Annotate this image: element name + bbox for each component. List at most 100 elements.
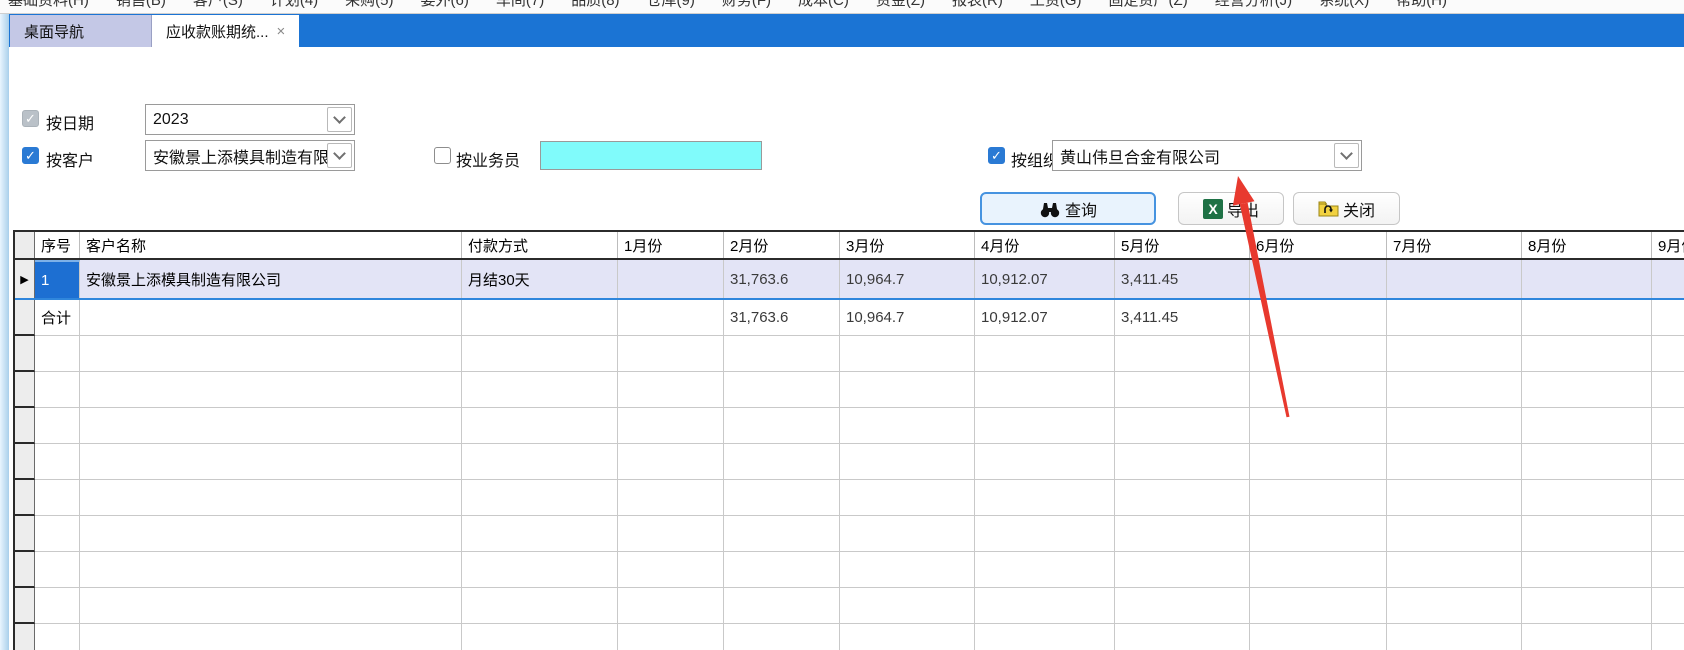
grid-cell — [1387, 624, 1522, 650]
column-header[interactable]: 9月份 — [1652, 232, 1684, 258]
menubar-item[interactable]: 车间(7) — [496, 0, 544, 10]
column-header[interactable]: 6月份 — [1250, 232, 1387, 258]
table-row-empty[interactable] — [15, 444, 1684, 480]
grid-cell — [1522, 588, 1652, 624]
year-combobox[interactable]: 2023 — [145, 104, 355, 135]
row-indicator — [15, 300, 35, 336]
column-header[interactable]: 4月份 — [975, 232, 1115, 258]
grid-cell — [975, 372, 1115, 408]
menubar-item[interactable]: 计划(4) — [270, 0, 318, 10]
org-value: 黄山伟旦合金有限公司 — [1053, 144, 1334, 168]
grid-cell — [975, 444, 1115, 480]
export-button[interactable]: X 导出 — [1178, 192, 1284, 225]
table-row-empty[interactable] — [15, 516, 1684, 552]
column-header[interactable]: 3月份 — [840, 232, 975, 258]
menubar-item[interactable]: 资金(Z) — [876, 0, 925, 10]
column-header[interactable]: 付款方式 — [462, 232, 618, 258]
grid-cell — [15, 372, 35, 408]
table-row[interactable]: 合计31,763.610,964.710,912.073,411.45 — [15, 300, 1684, 336]
grid-cell — [618, 480, 724, 516]
column-header[interactable]: 2月份 — [724, 232, 840, 258]
menubar-item[interactable]: 品质(8) — [571, 0, 619, 10]
salesman-checkbox[interactable] — [434, 147, 451, 164]
chevron-down-icon — [1340, 147, 1353, 160]
menubar-item[interactable]: 采购(5) — [345, 0, 393, 10]
column-header[interactable]: 7月份 — [1387, 232, 1522, 258]
grid-cell — [840, 444, 975, 480]
year-dropdown-button[interactable] — [327, 107, 352, 132]
tabs: 桌面导航 应收款账期统...× — [10, 15, 299, 47]
table-row[interactable]: ▶1安徽景上添模具制造有限公司月结30天31,763.610,964.710,9… — [15, 260, 1684, 298]
grid-cell — [1652, 260, 1684, 298]
column-header[interactable]: 序号 — [35, 232, 80, 258]
grid-cell — [618, 408, 724, 444]
menubar-item[interactable]: 报表(R) — [952, 0, 1003, 10]
tab-应收款账期统...[interactable]: 应收款账期统...× — [152, 15, 299, 47]
column-header[interactable]: 8月份 — [1522, 232, 1652, 258]
menubar-item[interactable]: 经营分析(J) — [1215, 0, 1293, 10]
menubar-item[interactable]: 销售(B) — [116, 0, 166, 10]
menubar-item[interactable]: 工资(G) — [1030, 0, 1082, 10]
customer-checkbox[interactable]: ✓ — [22, 147, 39, 164]
close-button[interactable]: 关闭 — [1293, 192, 1400, 225]
year-value: 2023 — [146, 111, 327, 129]
grid-cell — [15, 408, 35, 444]
grid-cell — [724, 588, 840, 624]
menubar-item[interactable]: 帮助(H) — [1396, 0, 1447, 10]
customer-combobox[interactable]: 安徽景上添模具制造有限 — [145, 140, 355, 171]
org-checkbox[interactable]: ✓ — [988, 147, 1005, 164]
app-window: 基础资料(H) 销售(B) 客户(S) 计划(4) 采购(5) 委外(6) 车间(7) 品质(… — [0, 0, 1684, 650]
column-header[interactable]: 1月份 — [618, 232, 724, 258]
menubar-item[interactable]: 客户(S) — [193, 0, 243, 10]
grid-cell — [1250, 372, 1387, 408]
table-row-empty[interactable] — [15, 336, 1684, 372]
table-row-empty[interactable] — [15, 588, 1684, 624]
grid-cell — [1522, 336, 1652, 372]
salesman-input[interactable] — [540, 141, 762, 170]
grid-cell — [1115, 408, 1250, 444]
tab-label: 桌面导航 — [24, 21, 84, 42]
grid-cell — [724, 444, 840, 480]
grid-cell — [1652, 372, 1684, 408]
row-indicator: ▶ — [15, 260, 35, 298]
grid-cell — [35, 408, 80, 444]
grid-cell — [724, 624, 840, 650]
grid-cell — [1522, 516, 1652, 552]
menubar-item[interactable]: 财务(F) — [722, 0, 771, 10]
date-checkbox[interactable]: ✓ — [22, 110, 39, 127]
column-header[interactable]: 5月份 — [1115, 232, 1250, 258]
grid-cell — [975, 516, 1115, 552]
menubar-item[interactable]: 委外(6) — [421, 0, 469, 10]
table-row-empty[interactable] — [15, 372, 1684, 408]
menubar-item[interactable]: 系统(X) — [1319, 0, 1369, 10]
menubar-item[interactable]: 仓库(9) — [647, 0, 695, 10]
table-row-empty[interactable] — [15, 624, 1684, 650]
excel-icon: X — [1203, 199, 1223, 219]
grid-cell — [724, 372, 840, 408]
tab-close-icon[interactable]: × — [277, 23, 286, 40]
grid-cell — [975, 588, 1115, 624]
grid-cell — [1652, 624, 1684, 650]
grid-cell — [35, 336, 80, 372]
date-label: 按日期 — [46, 110, 94, 134]
grid-cell — [15, 480, 35, 516]
table-row-empty[interactable] — [15, 552, 1684, 588]
query-button[interactable]: 查询 — [980, 192, 1156, 225]
org-dropdown-button[interactable] — [1334, 143, 1359, 168]
menubar-item[interactable]: 固定资产(Z) — [1109, 0, 1188, 10]
tab-桌面导航[interactable]: 桌面导航 — [10, 15, 152, 47]
grid-cell — [15, 336, 35, 372]
table-row-empty[interactable] — [15, 408, 1684, 444]
menubar-item[interactable]: 成本(C) — [798, 0, 849, 10]
grid-cell — [618, 624, 724, 650]
customer-dropdown-button[interactable] — [327, 143, 352, 168]
customer-label: 按客户 — [46, 147, 94, 171]
grid-cell — [840, 408, 975, 444]
column-header[interactable]: 客户名称 — [80, 232, 462, 258]
table-row-empty[interactable] — [15, 480, 1684, 516]
menubar-item[interactable]: 基础资料(H) — [8, 0, 89, 10]
org-combobox[interactable]: 黄山伟旦合金有限公司 — [1052, 140, 1362, 171]
grid-cell — [1522, 372, 1652, 408]
grid-cell — [462, 372, 618, 408]
grid-cell — [1250, 552, 1387, 588]
